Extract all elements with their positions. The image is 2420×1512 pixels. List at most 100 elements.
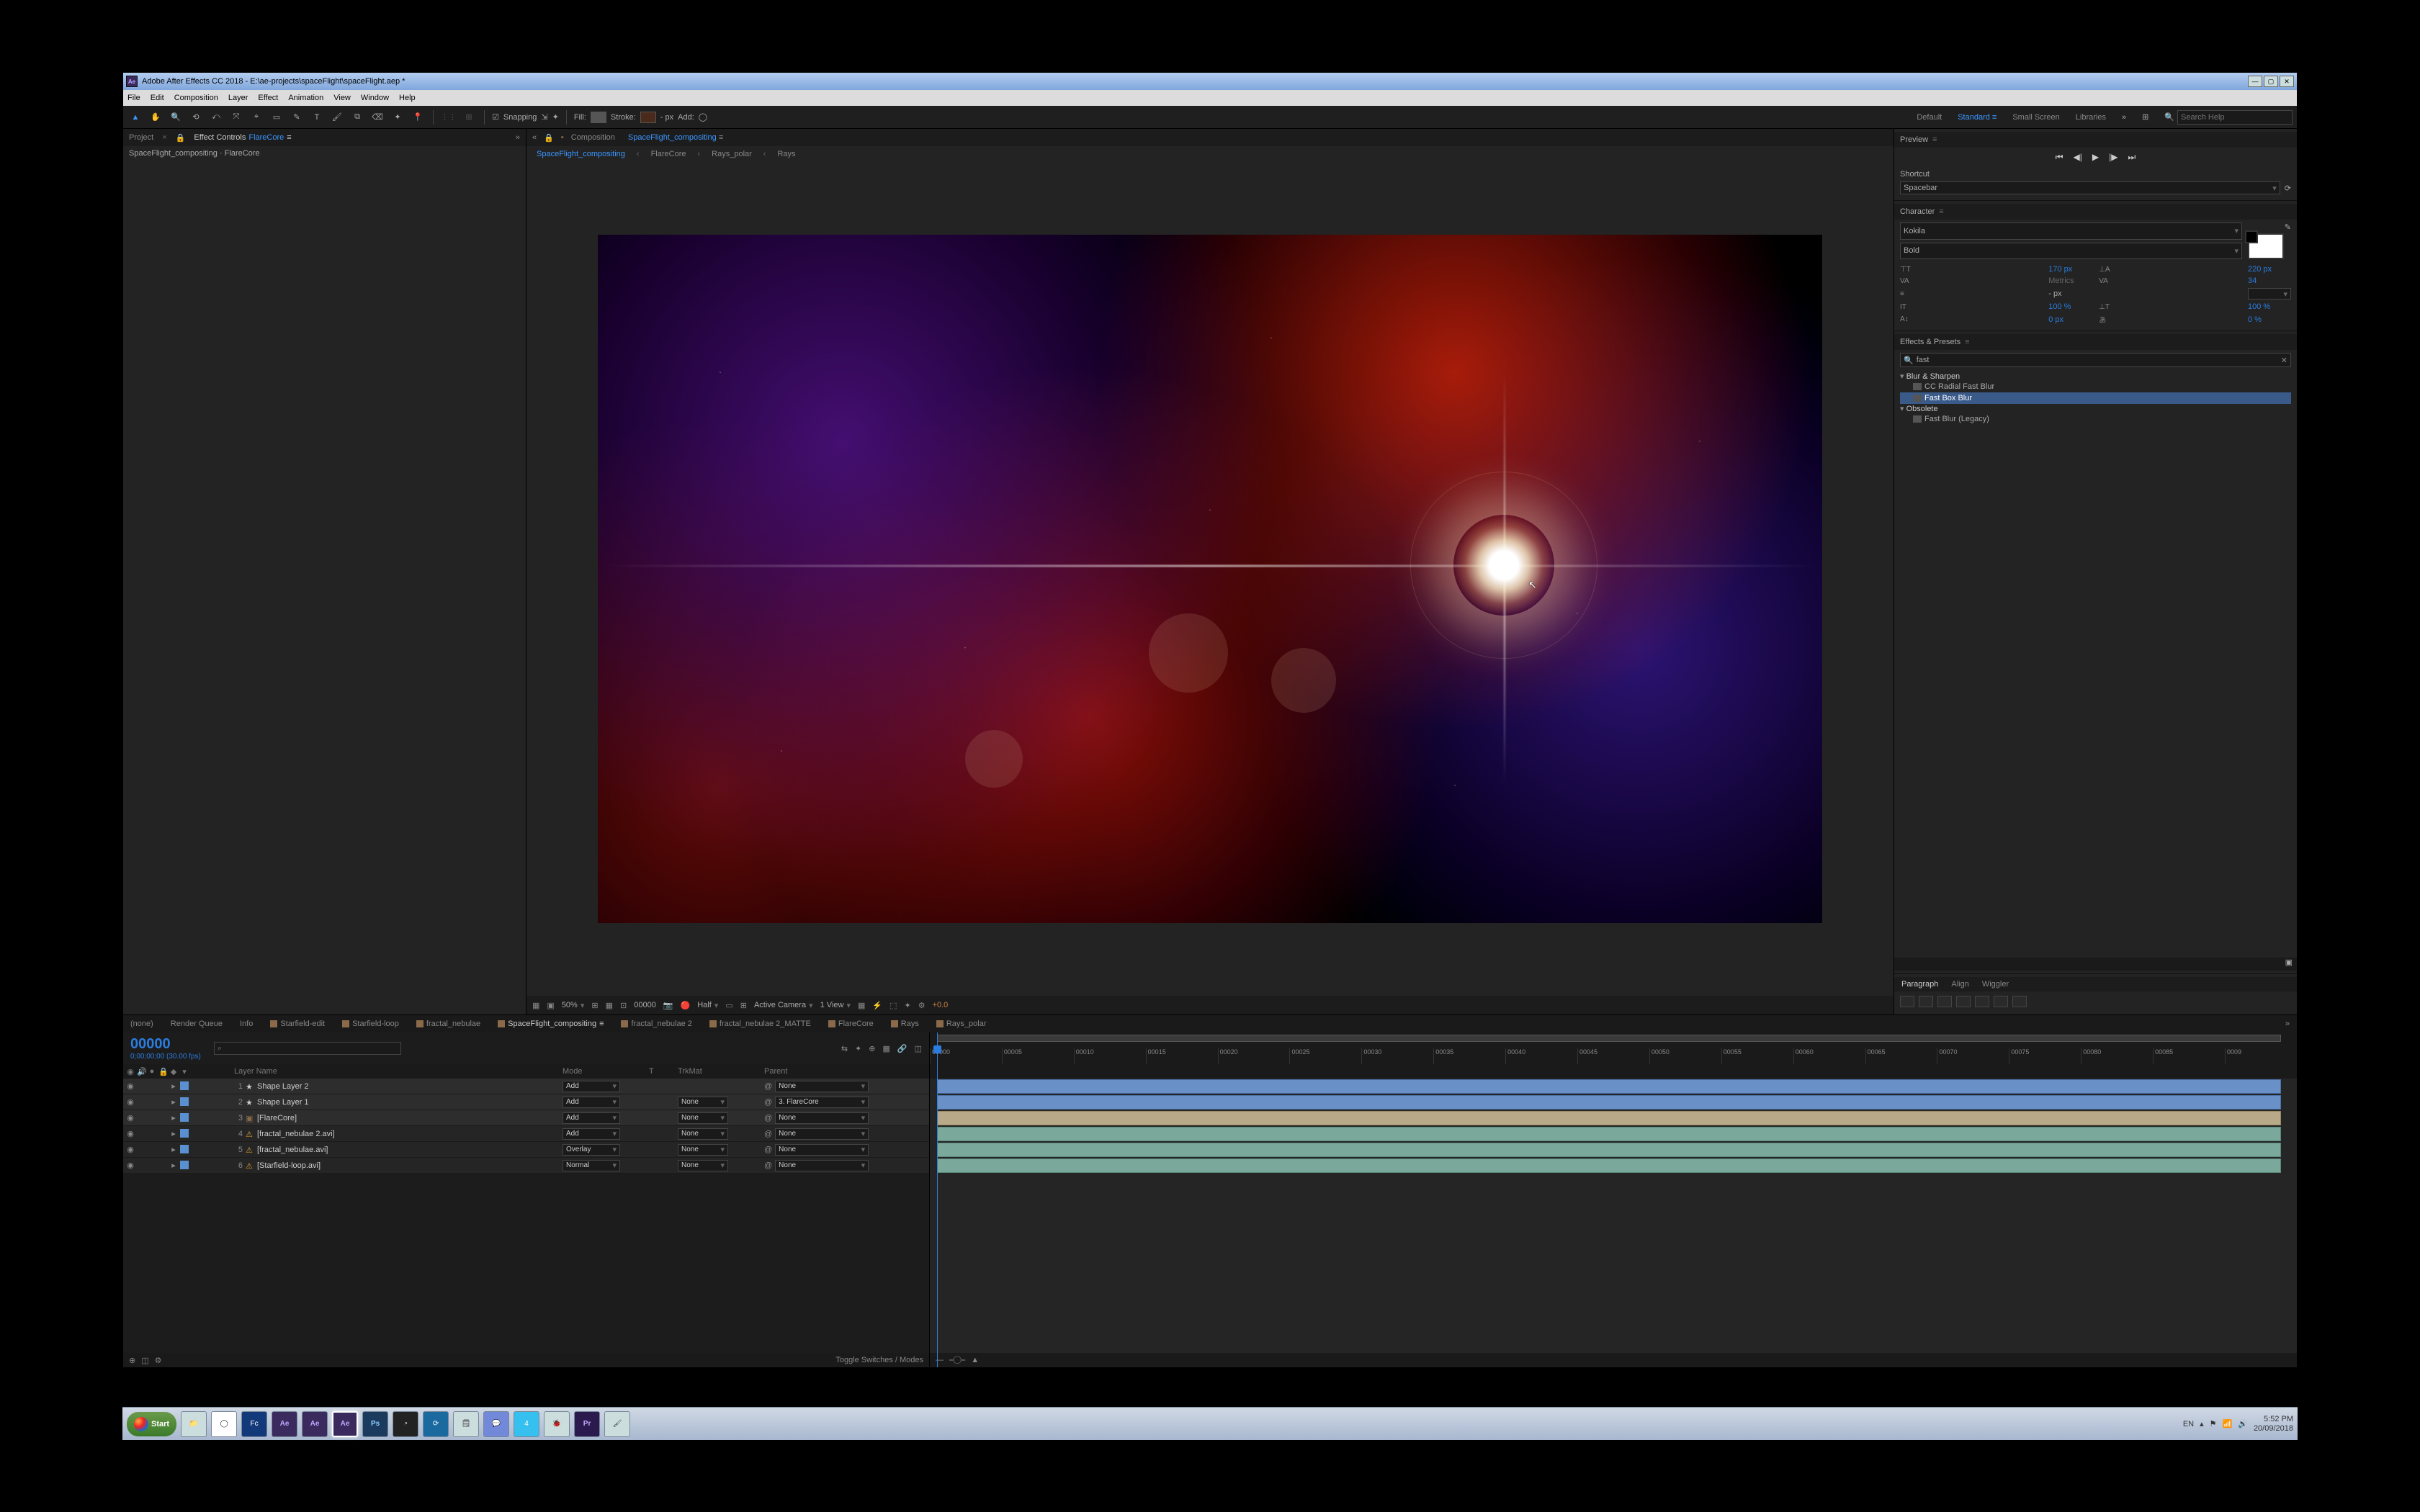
comp-chevron-icon[interactable]: « [532, 133, 537, 142]
taskbar-item-discord[interactable]: 💬 [483, 1411, 509, 1437]
exposure-value[interactable]: +0.0 [933, 1001, 949, 1009]
timeline-tab[interactable]: fractal_nebulae 2 [621, 1020, 691, 1028]
start-button[interactable]: Start [127, 1412, 176, 1436]
taskbar-item-app4[interactable]: 4 [514, 1411, 539, 1437]
col-parent[interactable]: Parent [764, 1067, 908, 1076]
clear-search-icon[interactable]: ✕ [2281, 356, 2287, 365]
magnification-dropdown[interactable]: 50% [562, 1001, 585, 1010]
project-tab[interactable]: Project [129, 133, 153, 142]
eye-icon[interactable]: ◉ [126, 1145, 135, 1154]
workspace-small[interactable]: Small Screen [2012, 113, 2059, 122]
lock-icon[interactable]: 🔒 [176, 133, 186, 143]
label-color-swatch[interactable] [180, 1145, 189, 1153]
workspace-standard[interactable]: Standard ≡ [1958, 113, 1996, 122]
timeline-tab[interactable]: FlareCore [828, 1020, 874, 1028]
roi-icon[interactable]: ▭ [725, 1001, 732, 1010]
maximize-button[interactable]: ▢ [2264, 76, 2278, 87]
layer-bar[interactable] [937, 1158, 2281, 1173]
rotate-tool-icon[interactable]: ⤺ [208, 109, 224, 125]
timeline-layer-row[interactable]: ◉▸2★Shape Layer 1Add▾None▾@3. FlareCore▾ [123, 1094, 929, 1110]
layer-bar[interactable] [937, 1095, 2281, 1110]
timeline-tab-info[interactable]: Info [240, 1020, 253, 1028]
leading-value[interactable]: 220 px [2248, 265, 2291, 274]
taskbar-item-notes[interactable]: 🗒 [453, 1411, 479, 1437]
parent-pickwhip-icon[interactable]: @ [764, 1098, 772, 1107]
taskbar-item-ae2[interactable]: Ae [302, 1411, 328, 1437]
timeline-layer-row[interactable]: ◉▸6⚠[Starfield-loop.avi]Normal▾None▾@Non… [123, 1158, 929, 1174]
tabs-overflow-icon[interactable]: » [2285, 1020, 2290, 1028]
roto-tool-icon[interactable]: ✦ [390, 109, 405, 125]
parent-dropdown[interactable]: None▾ [775, 1144, 869, 1156]
tl-foot-icon[interactable]: ⊕ [129, 1356, 135, 1365]
col-t[interactable]: T [649, 1067, 678, 1076]
blend-mode-dropdown[interactable]: Add▾ [563, 1128, 620, 1140]
workspace-more-icon[interactable]: » [2122, 113, 2126, 122]
menu-animation[interactable]: Animation [288, 94, 323, 102]
parent-dropdown[interactable]: None▾ [775, 1112, 869, 1124]
tl-icon[interactable]: ⇆ [841, 1044, 848, 1053]
snapping-checkbox[interactable]: ☑ [492, 112, 499, 122]
tray-up-icon[interactable]: ▴ [2200, 1419, 2204, 1428]
workspace-default[interactable]: Default [1917, 113, 1942, 122]
taskbar-item-bug[interactable]: 🐞 [544, 1411, 570, 1437]
timeline-layer-row[interactable]: ◉▸5⚠[fractal_nebulae.avi]Overlay▾None▾@N… [123, 1142, 929, 1158]
prev-frame-icon[interactable]: ◀| [2074, 152, 2082, 163]
play-icon[interactable]: ▶ [2092, 152, 2099, 163]
para-align-right-icon[interactable] [1937, 996, 1952, 1007]
blend-mode-dropdown[interactable]: Add▾ [563, 1081, 620, 1092]
timeline-tab-rq[interactable]: Render Queue [171, 1020, 223, 1028]
shortcut-dropdown[interactable]: Spacebar▾ [1900, 181, 2280, 194]
effect-item[interactable]: Fast Blur (Legacy) [1900, 413, 2291, 425]
para-align-left-icon[interactable] [1900, 996, 1914, 1007]
align-tab[interactable]: Align [1951, 980, 1968, 989]
wiggler-tab[interactable]: Wiggler [1982, 980, 2009, 989]
mask-icon[interactable]: ▣ [547, 1001, 554, 1010]
pix-icon[interactable]: ▦ [858, 1001, 865, 1010]
snapshot-icon[interactable]: 📷 [663, 1001, 673, 1010]
timeline-layer-row[interactable]: ◉▸1★Shape Layer 2Add▾@None▾ [123, 1079, 929, 1094]
col-trkmat[interactable]: TrkMat [678, 1067, 764, 1076]
channel-icon[interactable]: 🔴 [681, 1001, 691, 1010]
effect-item-selected[interactable]: Fast Box Blur [1900, 392, 2291, 404]
alpha-icon[interactable]: ▦ [532, 1001, 539, 1010]
timeline-tab[interactable]: fractal_nebulae [416, 1020, 480, 1028]
taskbar-item-brush[interactable]: 🖌 [604, 1411, 630, 1437]
color-swatch[interactable] [2248, 233, 2284, 259]
layer-bars-area[interactable] [930, 1079, 2297, 1353]
menu-file[interactable]: File [127, 94, 140, 102]
para-justify-last-center-icon[interactable] [1975, 996, 1989, 1007]
effects-panel-title[interactable]: Effects & Presets [1900, 338, 1960, 346]
shape-tool-icon[interactable]: ▭ [269, 109, 284, 125]
layer-bar[interactable] [937, 1111, 2281, 1125]
character-panel-title[interactable]: Character [1900, 207, 1935, 216]
strokew-value[interactable]: - px [2048, 289, 2092, 298]
taskbar-item-ps[interactable]: Ps [362, 1411, 388, 1437]
menu-edit[interactable]: Edit [151, 94, 164, 102]
timeline-tab[interactable]: Starfield-loop [342, 1020, 399, 1028]
first-frame-icon[interactable]: ⏮ [2056, 152, 2063, 163]
tl-icon[interactable]: ◫ [915, 1044, 922, 1053]
camera-tool-icon[interactable]: ⤧ [228, 109, 244, 125]
label-color-swatch[interactable] [180, 1113, 189, 1122]
trkmat-dropdown[interactable]: None▾ [678, 1160, 728, 1171]
close-button[interactable]: ✕ [2280, 76, 2294, 87]
gear-icon[interactable]: ⚙ [918, 1001, 926, 1010]
render-icon[interactable]: ✦ [904, 1001, 910, 1010]
parent-pickwhip-icon[interactable]: @ [764, 1146, 772, 1154]
blend-mode-dropdown[interactable]: Add▾ [563, 1097, 620, 1108]
taskbar-item-ae3[interactable]: Ae [332, 1411, 358, 1437]
parent-pickwhip-icon[interactable]: @ [764, 1082, 772, 1091]
vscale-value[interactable]: 100 % [2048, 302, 2092, 311]
bc-item-1[interactable]: FlareCore [651, 150, 686, 158]
eye-icon[interactable]: ◉ [126, 1129, 135, 1138]
brush-tool-icon[interactable]: 🖌 [329, 109, 345, 125]
eye-icon[interactable]: ◉ [126, 1113, 135, 1122]
hand-tool-icon[interactable]: ✋ [148, 109, 163, 125]
parent-pickwhip-icon[interactable]: @ [764, 1161, 772, 1170]
label-color-swatch[interactable] [180, 1161, 189, 1169]
workspace-libraries[interactable]: Libraries [2076, 113, 2106, 122]
panel-chevron-icon[interactable]: » [516, 133, 520, 142]
minimize-button[interactable]: — [2248, 76, 2262, 87]
layer-bar[interactable] [937, 1143, 2281, 1157]
bc-item-0[interactable]: SpaceFlight_compositing [537, 150, 625, 158]
